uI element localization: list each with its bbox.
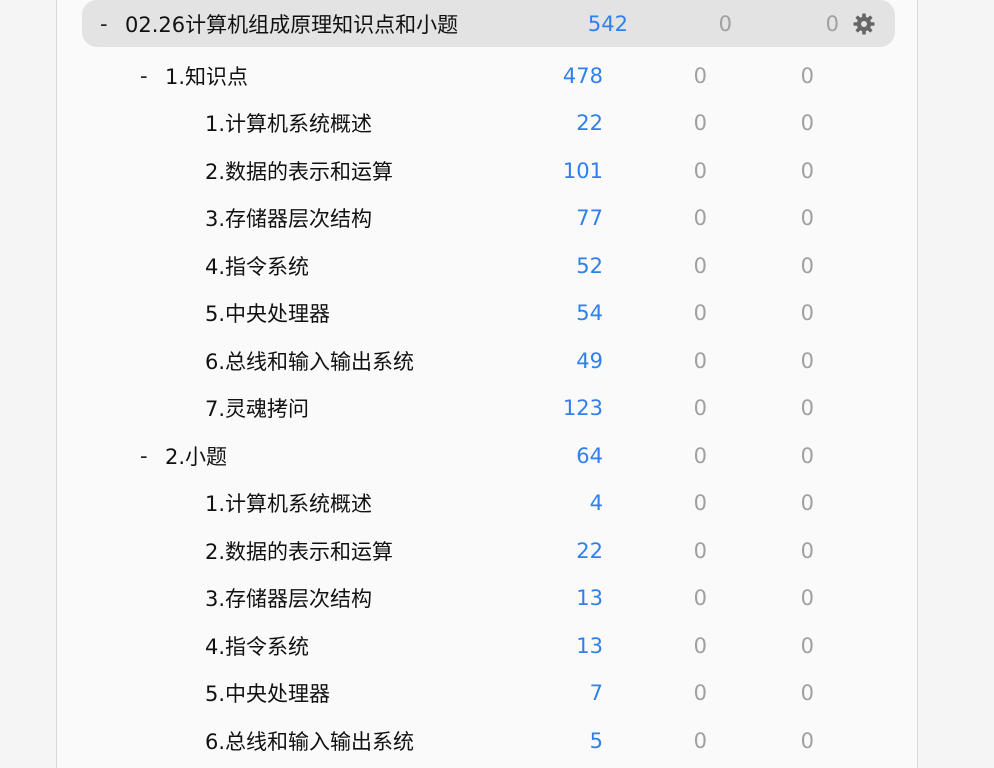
deck-row[interactable]: 1.计算机系统概述 4 0 0 xyxy=(57,480,917,528)
new-count: 542 xyxy=(587,11,628,36)
due-count: 0 xyxy=(800,253,814,278)
deck-name[interactable]: 02.26计算机组成原理知识点和小题 xyxy=(125,9,458,39)
learn-count: 0 xyxy=(693,681,707,706)
learn-count: 0 xyxy=(693,206,707,231)
deck-row[interactable]: 7.灵魂拷问 123 0 0 xyxy=(57,385,917,433)
due-count: 0 xyxy=(800,491,814,516)
learn-count: 0 xyxy=(693,491,707,516)
deck-name[interactable]: 5.中央处理器 xyxy=(205,298,330,328)
new-count: 49 xyxy=(576,348,603,373)
deck-row[interactable]: -2.小题 64 0 0 xyxy=(57,432,917,480)
learn-count: 0 xyxy=(693,538,707,563)
learn-count: 0 xyxy=(693,253,707,278)
deck-row[interactable]: 5.中央处理器 54 0 0 xyxy=(57,290,917,338)
deck-row[interactable]: 3.存储器层次结构 77 0 0 xyxy=(57,195,917,243)
deck-name[interactable]: 2.小题 xyxy=(165,441,227,471)
deck-name[interactable]: 4.指令系统 xyxy=(205,631,309,661)
new-count: 4 xyxy=(589,491,603,516)
gear-icon[interactable] xyxy=(852,12,876,36)
due-count: 0 xyxy=(800,111,814,136)
deck-row[interactable]: 3.存储器层次结构 13 0 0 xyxy=(57,575,917,623)
due-count: 0 xyxy=(800,348,814,373)
deck-name[interactable]: 1.计算机系统概述 xyxy=(205,108,372,138)
deck-name[interactable]: 2.数据的表示和运算 xyxy=(205,536,393,566)
due-count: 0 xyxy=(800,396,814,421)
new-count: 123 xyxy=(562,396,603,421)
collapse-toggle[interactable]: - xyxy=(140,444,148,468)
new-count: 7 xyxy=(589,681,603,706)
due-count: 0 xyxy=(800,586,814,611)
collapse-toggle[interactable]: - xyxy=(140,64,148,88)
learn-count: 0 xyxy=(693,586,707,611)
due-count: 0 xyxy=(800,443,814,468)
deck-name[interactable]: 6.总线和输入输出系统 xyxy=(205,726,414,756)
learn-count: 0 xyxy=(718,11,732,36)
deck-name[interactable]: 1.知识点 xyxy=(165,61,248,91)
new-count: 64 xyxy=(576,443,603,468)
deck-row[interactable]: 6.总线和输入输出系统 5 0 0 xyxy=(57,717,917,765)
new-count: 5 xyxy=(589,728,603,753)
due-count: 0 xyxy=(800,63,814,88)
deck-row[interactable]: 4.指令系统 52 0 0 xyxy=(57,242,917,290)
deck-name[interactable]: 2.数据的表示和运算 xyxy=(205,156,393,186)
new-count: 101 xyxy=(562,158,603,183)
learn-count: 0 xyxy=(693,348,707,373)
deck-row-top[interactable]: - 02.26计算机组成原理知识点和小题 542 0 0 xyxy=(82,0,895,47)
deck-row[interactable]: 5.中央处理器 7 0 0 xyxy=(57,670,917,718)
due-count: 0 xyxy=(800,538,814,563)
due-count: 0 xyxy=(800,301,814,326)
new-count: 22 xyxy=(576,111,603,136)
new-count: 13 xyxy=(576,586,603,611)
new-count: 478 xyxy=(562,63,603,88)
deck-row[interactable]: 6.总线和输入输出系统 49 0 0 xyxy=(57,337,917,385)
learn-count: 0 xyxy=(693,63,707,88)
deck-row[interactable]: 2.数据的表示和运算 101 0 0 xyxy=(57,147,917,195)
collapse-toggle[interactable]: - xyxy=(100,12,108,36)
deck-name[interactable]: 3.存储器层次结构 xyxy=(205,203,372,233)
deck-name[interactable]: 7.灵魂拷问 xyxy=(205,393,309,423)
due-count: 0 xyxy=(825,11,839,36)
new-count: 22 xyxy=(576,538,603,563)
due-count: 0 xyxy=(800,681,814,706)
deck-row[interactable]: -1.知识点 478 0 0 xyxy=(57,52,917,100)
deck-row[interactable]: 2.数据的表示和运算 22 0 0 xyxy=(57,527,917,575)
deck-row[interactable]: 1.计算机系统概述 22 0 0 xyxy=(57,100,917,148)
due-count: 0 xyxy=(800,158,814,183)
due-count: 0 xyxy=(800,633,814,658)
learn-count: 0 xyxy=(693,728,707,753)
deck-name[interactable]: 1.计算机系统概述 xyxy=(205,488,372,518)
deck-name[interactable]: 6.总线和输入输出系统 xyxy=(205,346,414,376)
new-count: 52 xyxy=(576,253,603,278)
deck-name[interactable]: 4.指令系统 xyxy=(205,251,309,281)
learn-count: 0 xyxy=(693,633,707,658)
deck-list: -1.知识点 478 0 0 1.计算机系统概述 22 0 0 2.数据的表示和运算 101 0 0 3… xyxy=(57,52,917,765)
learn-count: 0 xyxy=(693,443,707,468)
due-count: 0 xyxy=(800,728,814,753)
deck-browser-panel: - 02.26计算机组成原理知识点和小题 542 0 0 -1.知识点 478 0 0… xyxy=(56,0,918,768)
learn-count: 0 xyxy=(693,301,707,326)
deck-name[interactable]: 3.存储器层次结构 xyxy=(205,583,372,613)
new-count: 54 xyxy=(576,301,603,326)
due-count: 0 xyxy=(800,206,814,231)
learn-count: 0 xyxy=(693,158,707,183)
deck-row[interactable]: 4.指令系统 13 0 0 xyxy=(57,622,917,670)
deck-name[interactable]: 5.中央处理器 xyxy=(205,678,330,708)
learn-count: 0 xyxy=(693,111,707,136)
learn-count: 0 xyxy=(693,396,707,421)
new-count: 13 xyxy=(576,633,603,658)
new-count: 77 xyxy=(576,206,603,231)
